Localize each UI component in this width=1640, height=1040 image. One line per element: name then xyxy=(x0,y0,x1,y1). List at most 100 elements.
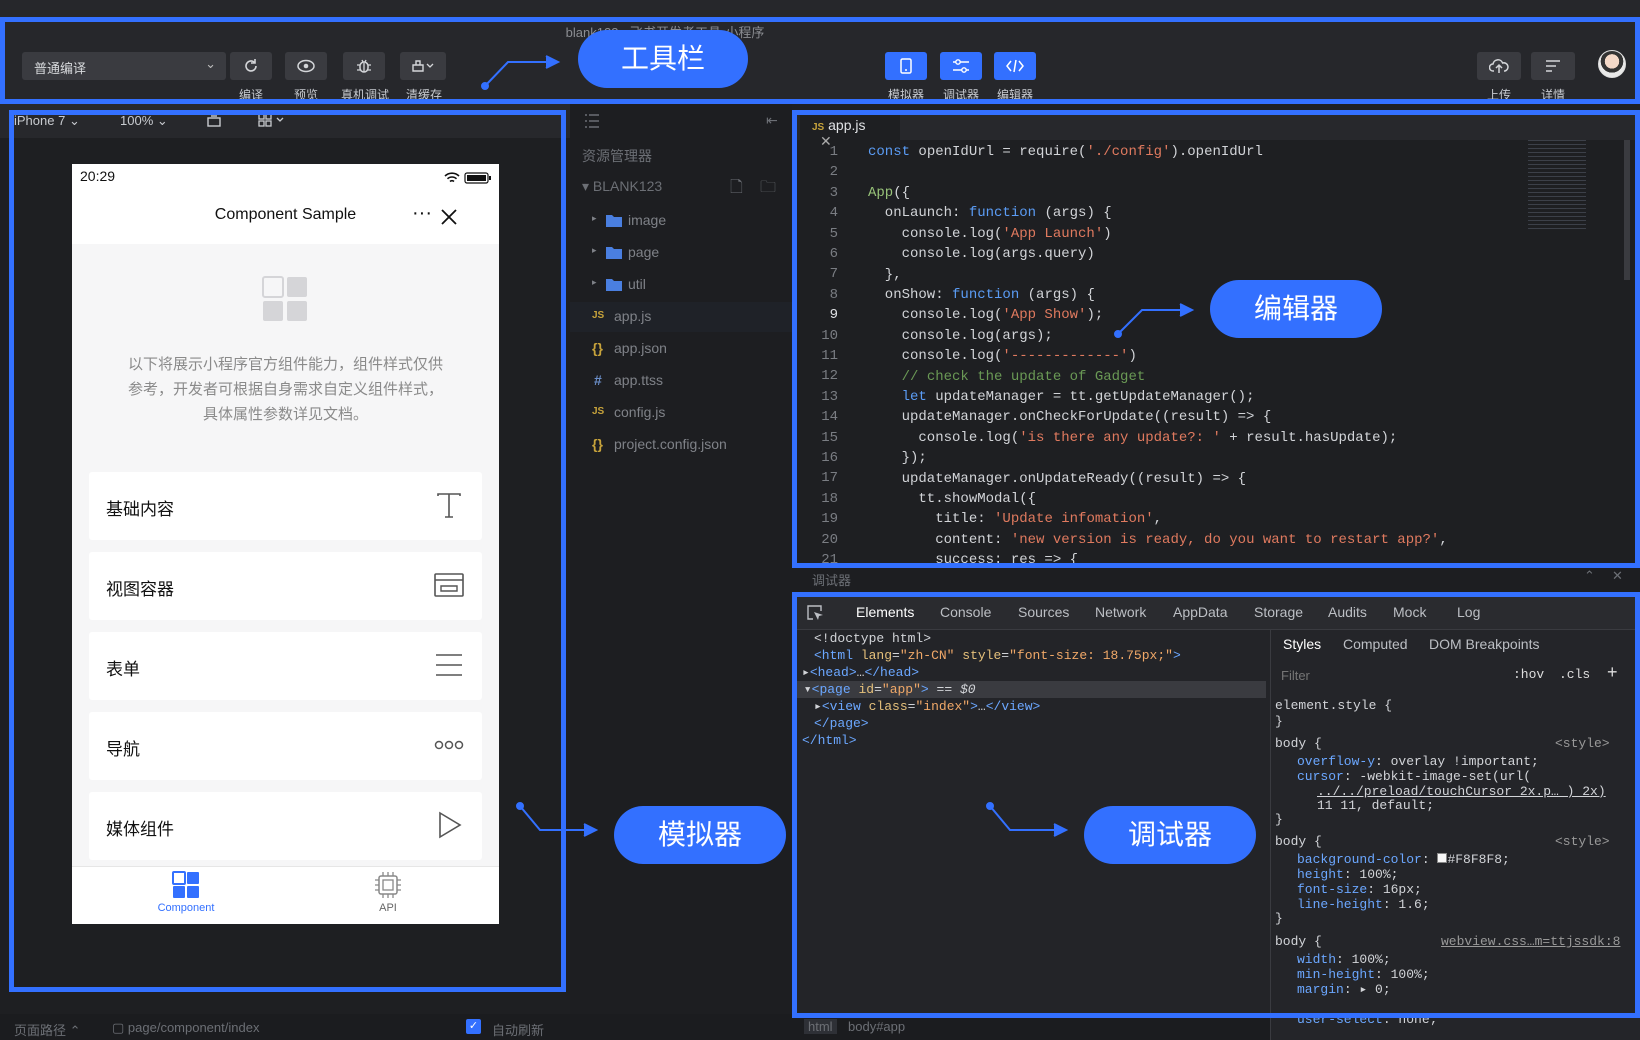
chip-icon xyxy=(375,872,401,898)
tab-sources[interactable]: Sources xyxy=(1018,604,1069,620)
code-area[interactable]: 1 2 3 4 5 6 7 8 9 10 11 12 13 14 15 16 17 18 19 20 21 const … xyxy=(792,140,1492,564)
preview-button[interactable] xyxy=(285,52,327,80)
style-source[interactable]: <style> xyxy=(1555,834,1610,849)
tab-api-label: API xyxy=(379,902,397,914)
close-debugger-icon[interactable]: ✕ xyxy=(1612,568,1623,584)
grid-icon[interactable] xyxy=(258,112,288,131)
dom-node[interactable]: <!doctype html> xyxy=(814,630,931,647)
compile-button[interactable] xyxy=(230,52,272,80)
close-icon[interactable] xyxy=(440,208,458,226)
tab-elements[interactable]: Elements xyxy=(856,604,914,620)
tab-mock[interactable]: Mock xyxy=(1393,604,1426,620)
style-decl[interactable]: line-height: 1.6; xyxy=(1297,897,1430,912)
new-folder-icon[interactable]: 🗀 xyxy=(760,176,776,203)
tab-network[interactable]: Network xyxy=(1095,604,1146,620)
hov-toggle[interactable]: :hov xyxy=(1513,667,1544,682)
explorer-item-image[interactable]: ▸ image xyxy=(570,206,792,236)
rotate-icon[interactable] xyxy=(206,112,222,131)
style-rule[interactable]: element.style { xyxy=(1275,698,1392,713)
user-avatar[interactable] xyxy=(1598,50,1626,78)
toggle-editor-button[interactable] xyxy=(994,52,1036,80)
style-decl[interactable]: width: 100%; xyxy=(1297,952,1391,967)
cls-toggle[interactable]: .cls xyxy=(1559,667,1590,682)
tab-styles[interactable]: Styles xyxy=(1283,636,1321,652)
tab-component[interactable]: Component xyxy=(126,871,246,914)
style-decl[interactable]: min-height: 100%; xyxy=(1297,967,1430,982)
style-source[interactable]: webview.css…m=ttjssdk:8 xyxy=(1441,934,1620,949)
explorer-item-config-js[interactable]: JS config.js xyxy=(570,398,792,428)
add-rule-icon[interactable]: + xyxy=(1607,662,1618,683)
collapse-up-icon[interactable]: ⌃ xyxy=(1584,568,1595,584)
clear-cache-button[interactable] xyxy=(400,52,446,80)
line-number: 17 xyxy=(821,470,838,487)
tab-computed[interactable]: Computed xyxy=(1343,636,1408,652)
list-icon[interactable] xyxy=(584,114,600,128)
explorer-item-page[interactable]: ▸ page xyxy=(570,238,792,268)
breadcrumb-body[interactable]: body#app xyxy=(848,1019,905,1034)
tab-storage[interactable]: Storage xyxy=(1254,604,1303,620)
zoom-select[interactable]: 100% ⌄ xyxy=(120,113,168,129)
style-decl[interactable]: margin: ▸ 0; xyxy=(1297,982,1391,997)
style-decl[interactable]: user-select: none; xyxy=(1297,1012,1437,1027)
tab-log[interactable]: Log xyxy=(1457,604,1480,620)
toggle-debugger-button[interactable] xyxy=(940,52,982,80)
style-decl[interactable]: font-size: 16px; xyxy=(1297,882,1422,897)
styles-filter-input[interactable] xyxy=(1277,664,1487,686)
card-view-container[interactable]: 视图容器 xyxy=(89,552,482,620)
caret-right-icon: ▸ xyxy=(592,277,597,287)
explorer-item-util[interactable]: ▸ util xyxy=(570,270,792,300)
card-media[interactable]: 媒体组件 xyxy=(89,792,482,860)
toggle-simulator-button[interactable] xyxy=(885,52,927,80)
more-icon[interactable]: ··· xyxy=(412,202,432,225)
tab-api[interactable]: API xyxy=(328,871,448,914)
details-button[interactable] xyxy=(1531,52,1575,80)
editor-scrollbar[interactable] xyxy=(1624,140,1630,280)
compile-mode-select[interactable]: 普通编译 ⌄ xyxy=(22,52,226,80)
page-path-toggle[interactable]: 页面路径 ⌃ xyxy=(14,1020,81,1039)
code-line: }); xyxy=(868,450,927,466)
explorer-item-app-json[interactable]: {} app.json xyxy=(570,334,792,364)
remote-debug-button[interactable] xyxy=(343,52,385,80)
card-navigation[interactable]: 导航 xyxy=(89,712,482,780)
inspect-element-icon[interactable] xyxy=(806,604,824,622)
simulator-footer: 页面路径 ⌃ ▢ page/component/index ✓ 自动刷新 xyxy=(0,1014,570,1040)
style-decl[interactable]: height: 100%; xyxy=(1297,867,1398,882)
upload-button[interactable] xyxy=(1477,52,1521,80)
explorer-item-project-config[interactable]: {} project.config.json xyxy=(570,430,792,460)
auto-refresh-checkbox[interactable]: ✓ xyxy=(466,1019,481,1034)
dom-node[interactable]: ▸<head>…</head> xyxy=(802,664,919,681)
new-file-icon[interactable]: 🗋 xyxy=(730,176,743,203)
style-rule[interactable]: body { xyxy=(1275,834,1322,849)
tab-console[interactable]: Console xyxy=(940,604,991,620)
explorer-item-app-ttss[interactable]: # app.ttss xyxy=(570,366,792,396)
dom-node[interactable]: <html lang="zh-CN" style="font-size: 18.… xyxy=(814,647,1181,664)
style-rule[interactable]: body { xyxy=(1275,934,1322,949)
style-decl[interactable]: overflow-y: overlay !important; xyxy=(1297,754,1539,769)
tab-audits[interactable]: Audits xyxy=(1328,604,1367,620)
line-number: 8 xyxy=(829,286,838,303)
device-select[interactable]: iPhone 7 ⌄ xyxy=(14,113,80,129)
project-name[interactable]: ▾ BLANK123 xyxy=(582,178,662,195)
card-basic-content[interactable]: 基础内容 xyxy=(89,472,482,540)
code-line: tt.showModal({ xyxy=(868,491,1037,507)
style-decl[interactable]: ../../preload/touchCursor_2x.p… ) 2x) xyxy=(1317,784,1606,799)
explorer-item-app-js[interactable]: JS app.js xyxy=(570,302,792,332)
code-line: }, xyxy=(868,267,902,283)
style-decl[interactable]: background-color: #F8F8F8; xyxy=(1297,852,1510,867)
editor-tab-app-js[interactable]: JS app.js ✕ xyxy=(800,110,900,149)
dom-node-selected[interactable]: ▾<page id="app"> == $0 xyxy=(796,681,1266,698)
collapse-icon[interactable]: ⇤ xyxy=(766,112,778,129)
minimap[interactable] xyxy=(1528,140,1586,230)
card-form[interactable]: 表单 xyxy=(89,632,482,700)
style-source[interactable]: <style> xyxy=(1555,736,1610,751)
tab-appdata[interactable]: AppData xyxy=(1173,604,1227,620)
line-number: 12 xyxy=(821,368,838,385)
tab-dom-breakpoints[interactable]: DOM Breakpoints xyxy=(1429,636,1539,652)
breadcrumb-html[interactable]: html xyxy=(804,1019,837,1034)
dom-node[interactable]: </html> xyxy=(802,732,857,749)
sliders-icon xyxy=(953,59,969,73)
dom-node[interactable]: </page> xyxy=(814,715,869,732)
style-rule[interactable]: body { xyxy=(1275,736,1322,751)
dom-node[interactable]: ▸<view class="index">…</view> xyxy=(814,698,1040,715)
style-decl[interactable]: cursor: -webkit-image-set(url( xyxy=(1297,769,1531,784)
